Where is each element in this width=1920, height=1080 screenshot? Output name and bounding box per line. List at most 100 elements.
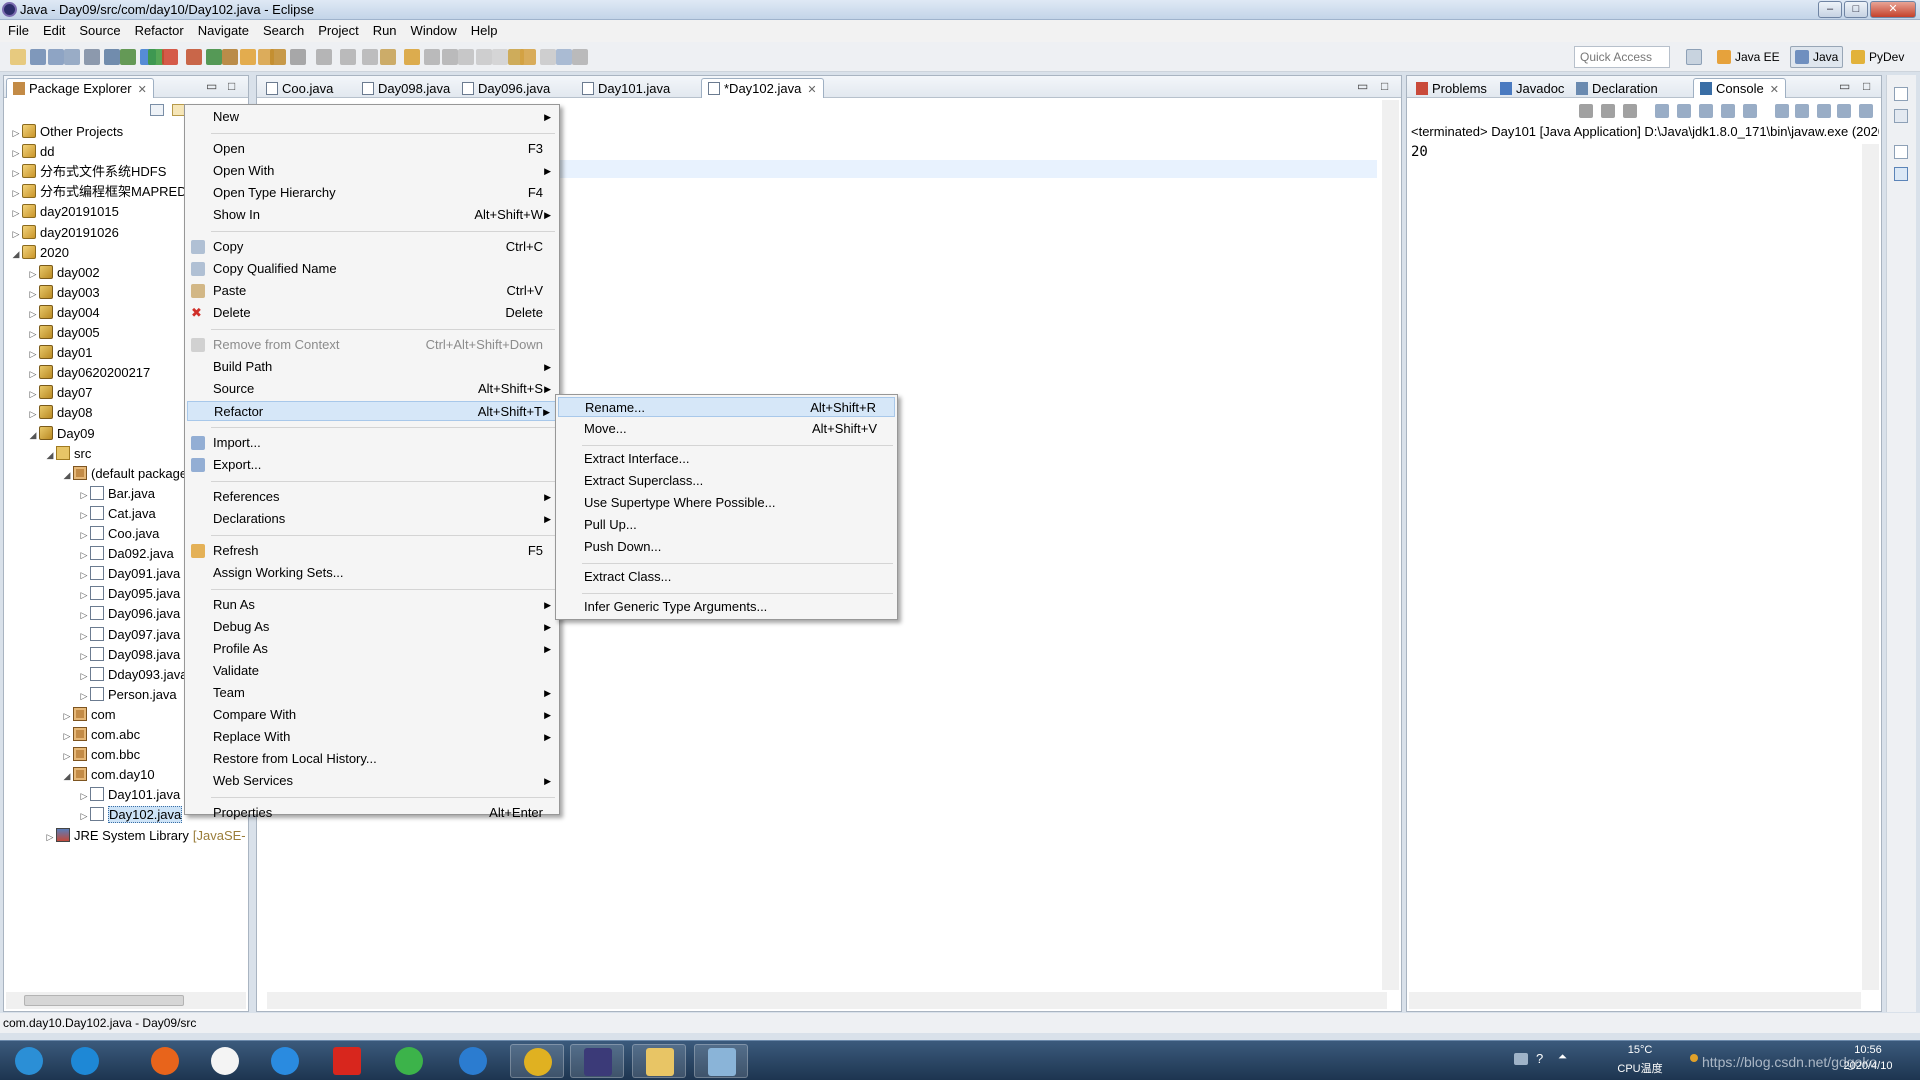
twisty-icon[interactable]: ▷ — [27, 384, 39, 404]
perspective-java-ee[interactable]: Java EE — [1712, 46, 1785, 68]
menu-item-references[interactable]: References ▶ — [187, 487, 557, 507]
keyboard-icon[interactable] — [1514, 1053, 1528, 1065]
tree-item[interactable]: ▷ 分布式文件系统HDFS — [10, 162, 166, 182]
twisty-icon[interactable]: ▷ — [78, 545, 90, 565]
menu-item-compare-with[interactable]: Compare With ▶ — [187, 705, 557, 725]
start-button[interactable] — [2, 1044, 56, 1078]
tree-item[interactable]: ▷ Coo.java — [78, 524, 159, 544]
tree-item[interactable]: ▷ day20191026 — [10, 223, 119, 243]
twisty-icon[interactable]: ◢ — [61, 465, 73, 485]
editor-tab[interactable]: Coo.java — [259, 78, 340, 98]
tree-item[interactable]: ◢ 2020 — [10, 243, 69, 263]
twisty-icon[interactable]: ▷ — [78, 786, 90, 806]
twisty-icon[interactable]: ▷ — [78, 666, 90, 686]
console-horizontal-scrollbar[interactable] — [1409, 992, 1861, 1009]
console-tool-icon[interactable] — [1655, 104, 1669, 118]
console-vertical-scrollbar[interactable] — [1862, 144, 1879, 990]
toolbar-button-icon[interactable] — [30, 49, 46, 65]
toolbar-button-icon[interactable] — [442, 49, 458, 65]
menu-item-source[interactable]: Source Alt+Shift+S ▶ — [187, 379, 557, 399]
editor-tab[interactable]: Day096.java — [455, 78, 557, 98]
tree-item[interactable]: ◢ (default package) — [61, 464, 191, 484]
perspective-java[interactable]: Java — [1790, 46, 1844, 68]
toolbar-button-icon[interactable] — [520, 49, 536, 65]
submenu-item-rename[interactable]: Rename... Alt+Shift+R — [558, 397, 895, 417]
quick-access-input[interactable]: Quick Access — [1574, 46, 1670, 68]
twisty-icon[interactable]: ▷ — [61, 706, 73, 726]
collapse-all-icon[interactable] — [150, 104, 164, 116]
toolbar-button-icon[interactable] — [84, 49, 100, 65]
menu-item-new[interactable]: New ▶ — [187, 107, 557, 127]
toolbar-button-icon[interactable] — [162, 49, 178, 65]
tree-item[interactable]: ▷ day07 — [27, 383, 92, 403]
menu-item-assign-working-sets[interactable]: Assign Working Sets... — [187, 563, 557, 583]
submenu-item-infer-generic-type-arguments[interactable]: Infer Generic Type Arguments... — [558, 597, 895, 617]
menu-edit[interactable]: Edit — [35, 20, 71, 38]
chrome-icon[interactable] — [510, 1044, 564, 1078]
photos-icon[interactable] — [198, 1044, 252, 1078]
editor-vertical-scrollbar[interactable] — [1382, 100, 1399, 990]
tree-item[interactable]: ▷ Cat.java — [78, 504, 156, 524]
console-tool-icon[interactable] — [1677, 104, 1691, 118]
menu-item-open[interactable]: Open F3 — [187, 139, 557, 159]
tree-item[interactable]: ▷ day004 — [27, 303, 100, 323]
eclipse-icon[interactable] — [570, 1044, 624, 1078]
toolbar-button-icon[interactable] — [104, 49, 120, 65]
menu-item-copy[interactable]: Copy Ctrl+C — [187, 237, 557, 257]
toolbar-button-icon[interactable] — [48, 49, 64, 65]
close-icon[interactable]: ✕ — [138, 84, 147, 96]
twisty-icon[interactable]: ▷ — [27, 264, 39, 284]
help-icon[interactable]: ? — [1536, 1051, 1543, 1066]
menu-source[interactable]: Source — [71, 20, 126, 38]
toolbar-button-icon[interactable] — [572, 49, 588, 65]
menu-item-import[interactable]: Import... — [187, 433, 557, 453]
toolbar-button-icon[interactable] — [540, 49, 556, 65]
toolbar-button-icon[interactable] — [222, 49, 238, 65]
ie2-icon[interactable] — [446, 1044, 500, 1078]
menu-file[interactable]: File — [0, 20, 35, 38]
menu-item-open-with[interactable]: Open With ▶ — [187, 161, 557, 181]
tree-item[interactable]: ◢ com.day10 — [61, 765, 155, 785]
tree-item[interactable]: ▷ Day101.java — [78, 785, 180, 805]
horizontal-scrollbar[interactable] — [6, 992, 246, 1009]
twisty-icon[interactable]: ▷ — [78, 565, 90, 585]
menu-item-paste[interactable]: Paste Ctrl+V — [187, 281, 557, 301]
menu-item-replace-with[interactable]: Replace With ▶ — [187, 727, 557, 747]
tab-console[interactable]: Console ✕ — [1693, 78, 1786, 98]
firefox-icon[interactable] — [138, 1044, 192, 1078]
tree-item[interactable]: ▷ day003 — [27, 283, 100, 303]
tree-item[interactable]: ▷ com.bbc — [61, 745, 140, 765]
toolbar-button-icon[interactable] — [404, 49, 420, 65]
menu-item-remove-from-context[interactable]: Remove from Context Ctrl+Alt+Shift+Down — [187, 335, 557, 355]
minimize-view-icon[interactable]: ▭ — [1839, 79, 1850, 93]
tree-item[interactable]: ▷ 分布式编程框架MAPRED — [10, 182, 187, 202]
submenu-item-push-down[interactable]: Push Down... — [558, 537, 895, 557]
toolbar-button-icon[interactable] — [316, 49, 332, 65]
tree-item[interactable]: ▷ Other Projects — [10, 122, 123, 142]
twisty-icon[interactable]: ◢ — [44, 445, 56, 465]
toolbar-button-icon[interactable] — [270, 49, 286, 65]
toolbar-button-icon[interactable] — [362, 49, 378, 65]
twisty-icon[interactable]: ▷ — [10, 183, 22, 203]
twisty-icon[interactable]: ▷ — [78, 605, 90, 625]
submenu-item-extract-superclass[interactable]: Extract Superclass... — [558, 471, 895, 491]
toolbar-button-icon[interactable] — [340, 49, 356, 65]
console-tool-icon[interactable] — [1859, 104, 1873, 118]
console-tool-icon[interactable] — [1795, 104, 1809, 118]
console-tool-icon[interactable] — [1721, 104, 1735, 118]
twisty-icon[interactable]: ▷ — [27, 284, 39, 304]
twisty-icon[interactable]: ▷ — [27, 344, 39, 364]
notepad-icon[interactable] — [694, 1044, 748, 1078]
toolbar-button-icon[interactable] — [206, 49, 222, 65]
explorer-icon[interactable] — [632, 1044, 686, 1078]
menu-project[interactable]: Project — [310, 20, 364, 38]
tree-item[interactable]: ▷ com — [61, 705, 116, 725]
twisty-icon[interactable]: ◢ — [10, 244, 22, 264]
menu-item-copy-qualified-name[interactable]: Copy Qualified Name — [187, 259, 557, 279]
browser360-icon[interactable] — [382, 1044, 436, 1078]
tree-item[interactable]: ▷ Day102.java — [78, 805, 183, 825]
toolbar-button-icon[interactable] — [458, 49, 474, 65]
minimize-view-icon[interactable]: ▭ — [206, 79, 217, 93]
tree-item[interactable]: ▷ com.abc — [61, 725, 140, 745]
tree-item[interactable]: ▷ Person.java — [78, 685, 177, 705]
